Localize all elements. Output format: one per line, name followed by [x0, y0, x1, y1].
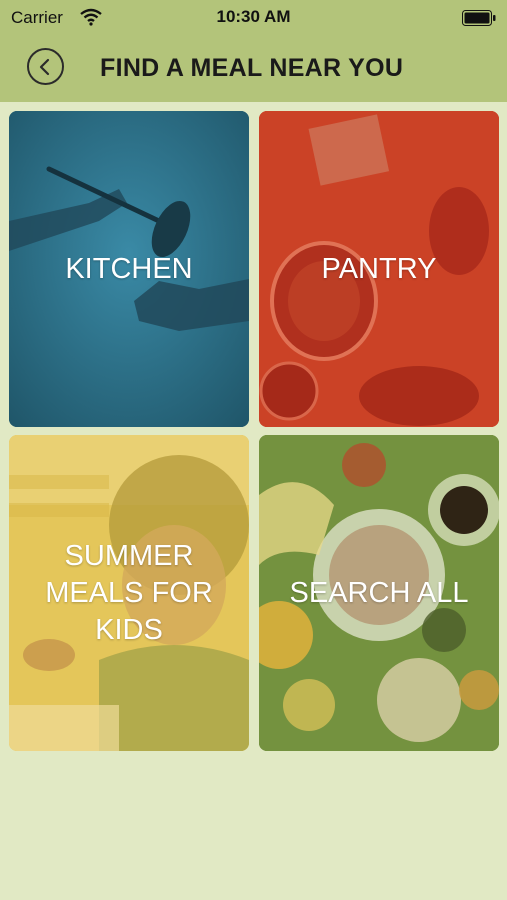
chevron-left-icon — [39, 58, 50, 76]
tile-pantry[interactable]: PANTRY — [259, 111, 499, 427]
page-title: FIND A MEAL NEAR YOU — [100, 54, 404, 82]
clock: 10:30 AM — [216, 7, 291, 26]
tile-search-all[interactable]: SEARCH ALL — [259, 435, 499, 751]
tile-kitchen[interactable]: KITCHEN — [9, 111, 249, 427]
tile-search-all-label: SEARCH ALL — [289, 576, 469, 609]
nav-bar: FIND A MEAL NEAR YOU — [0, 36, 507, 102]
tile-summer-meals[interactable]: SUMMER MEALS FOR KIDS — [9, 435, 249, 751]
tile-summer-meals-label: SUMMER MEALS FOR KIDS — [45, 539, 213, 646]
tile-kitchen-label: KITCHEN — [65, 252, 193, 285]
battery-icon — [462, 10, 496, 26]
status-bar: Carrier 10:30 AM — [0, 0, 507, 36]
tile-pantry-label: PANTRY — [321, 252, 437, 285]
back-button[interactable] — [27, 48, 64, 85]
